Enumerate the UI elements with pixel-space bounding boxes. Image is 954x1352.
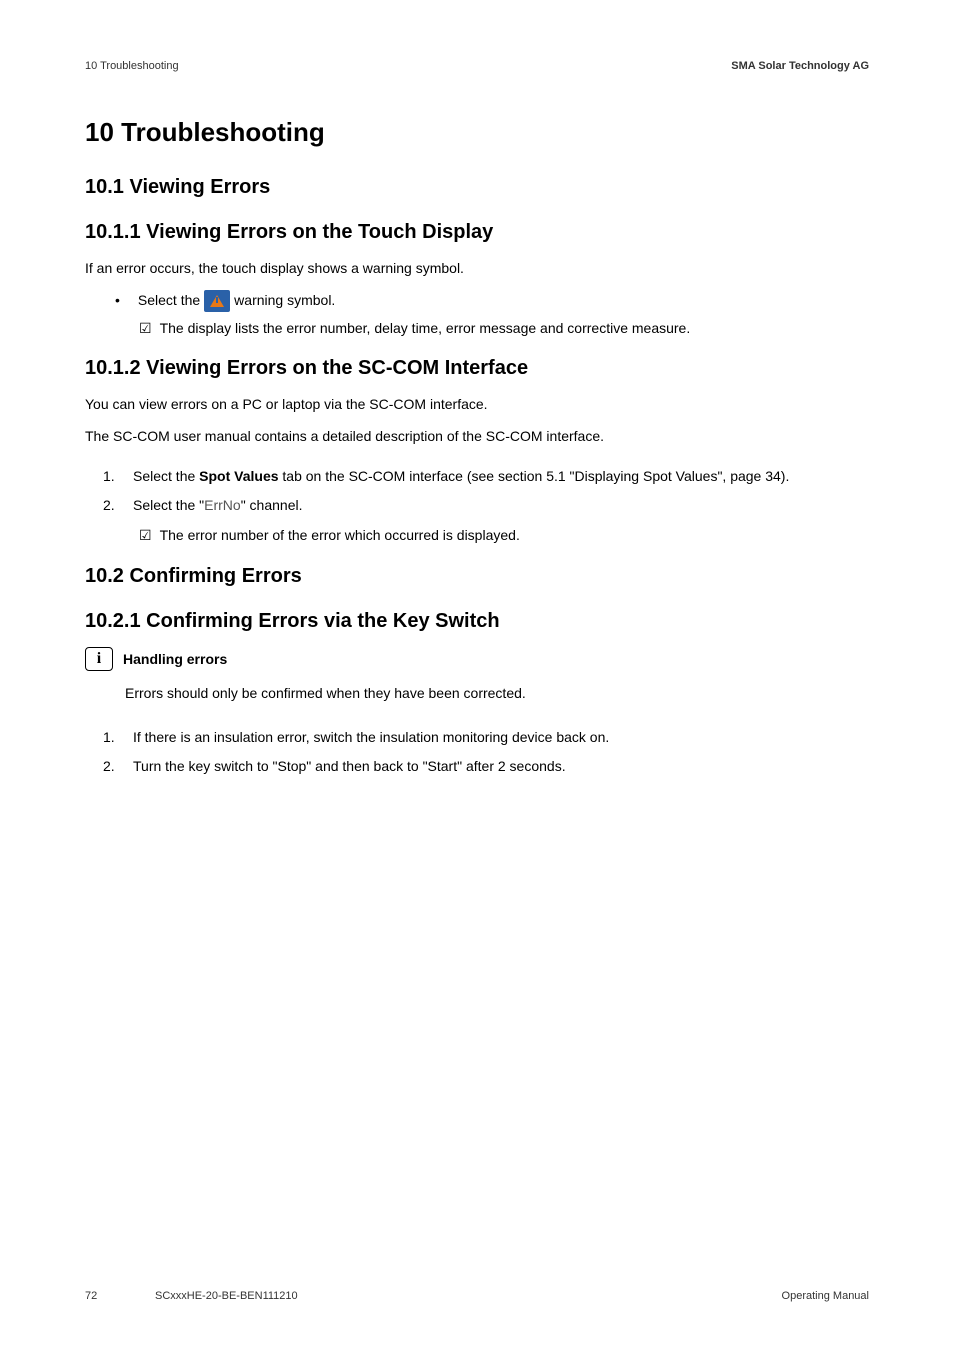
section-10-1-1-heading: 10.1.1 Viewing Errors on the Touch Displ… — [85, 221, 869, 244]
step-1-bold: Spot Values — [199, 468, 278, 484]
confirm-step-2: 2. Turn the key switch to "Stop" and the… — [103, 756, 869, 778]
page-header: 10 Troubleshooting SMA Solar Technology … — [85, 60, 869, 72]
step-number: 2. — [103, 495, 133, 517]
confirm-step-1-text: If there is an insulation error, switch … — [133, 727, 869, 749]
check-icon: ☑ — [139, 318, 152, 340]
step-2-text-a: Select the " — [133, 497, 204, 513]
bullet-marker: • — [115, 290, 120, 312]
footer-manual-label: Operating Manual — [782, 1290, 869, 1302]
paragraph-2: The SC-COM user manual contains a detail… — [85, 426, 869, 448]
bullet-text-suffix: warning symbol. — [234, 290, 335, 312]
paragraph-1: You can view errors on a PC or laptop vi… — [85, 394, 869, 416]
check-icon: ☑ — [139, 525, 152, 547]
step-1-text-a: Select the — [133, 468, 199, 484]
warning-icon — [204, 290, 230, 312]
step-2: 2. Select the "ErrNo" channel. — [103, 495, 869, 517]
footer-page-number: 72 — [85, 1290, 97, 1302]
step-1-content: Select the Spot Values tab on the SC-COM… — [133, 466, 869, 488]
result-text: The display lists the error number, dela… — [160, 318, 691, 340]
step-2-mono: ErrNo — [204, 497, 241, 513]
info-body: Errors should only be confirmed when the… — [125, 683, 869, 705]
info-title: Handling errors — [123, 651, 227, 667]
info-box: i Handling errors — [85, 647, 869, 671]
footer-doc-id: SCxxxHE-20-BE-BEN111210 — [155, 1290, 298, 1302]
section-10-1-heading: 10.1 Viewing Errors — [85, 176, 869, 199]
result-text-2: The error number of the error which occu… — [160, 525, 520, 547]
step-1-text-b: tab on the SC-COM interface (see section… — [279, 468, 790, 484]
intro-text: If an error occurs, the touch display sh… — [85, 258, 869, 280]
section-10-1-2-heading: 10.1.2 Viewing Errors on the SC-COM Inte… — [85, 357, 869, 380]
step-1: 1. Select the Spot Values tab on the SC-… — [103, 466, 869, 488]
header-breadcrumb: 10 Troubleshooting — [85, 60, 179, 72]
section-10-2-heading: 10.2 Confirming Errors — [85, 565, 869, 588]
step-2-content: Select the "ErrNo" channel. — [133, 495, 869, 517]
chapter-title: 10 Troubleshooting — [85, 117, 869, 148]
step-number: 1. — [103, 727, 133, 749]
step-2-text-b: " channel. — [241, 497, 303, 513]
header-company: SMA Solar Technology AG — [731, 60, 869, 72]
section-10-2-1-heading: 10.2.1 Confirming Errors via the Key Swi… — [85, 610, 869, 633]
step-number: 2. — [103, 756, 133, 778]
page-footer: 72 SCxxxHE-20-BE-BEN111210 Operating Man… — [85, 1290, 869, 1302]
step-number: 1. — [103, 466, 133, 488]
info-icon: i — [85, 647, 113, 671]
bullet-item: • Select the warning symbol. — [115, 290, 869, 312]
result-line-2: ☑ The error number of the error which oc… — [139, 525, 869, 547]
result-line: ☑ The display lists the error number, de… — [139, 318, 869, 340]
confirm-step-2-text: Turn the key switch to "Stop" and then b… — [133, 756, 869, 778]
confirm-step-1: 1. If there is an insulation error, swit… — [103, 727, 869, 749]
bullet-text-prefix: Select the — [138, 290, 200, 312]
